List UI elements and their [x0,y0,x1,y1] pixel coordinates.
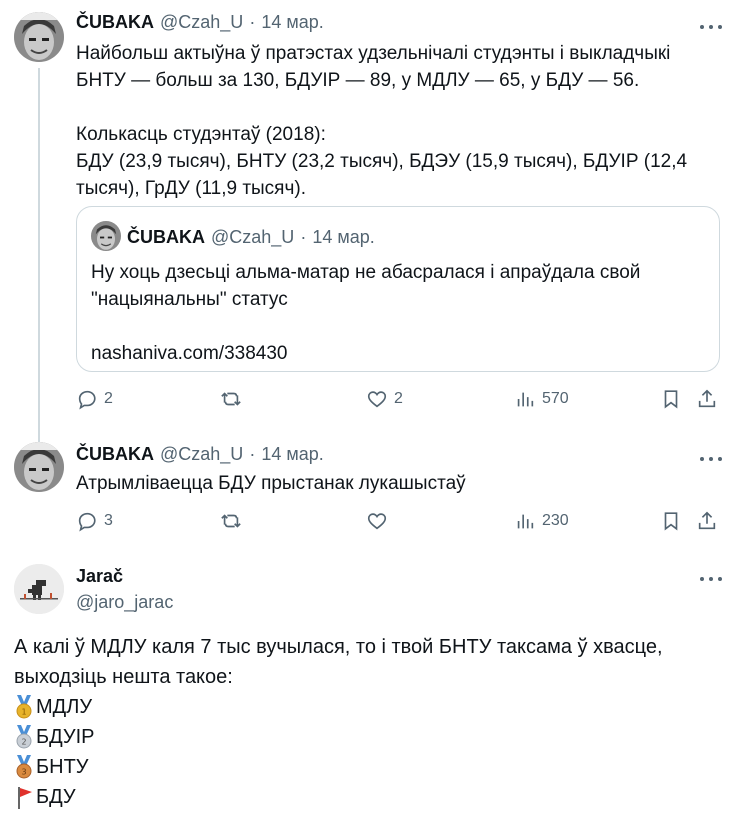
retweet-button[interactable] [220,510,242,532]
gold-medal-icon: 1 [14,694,34,720]
ranking-row: 3 БНТУ [14,752,724,782]
separator: · [300,227,307,247]
user-handle[interactable]: @jaro_jarac [76,592,173,613]
like-button[interactable] [366,510,388,532]
thread-line [38,430,40,440]
bronze-medal-icon: 3 [14,754,34,780]
heart-icon [367,513,387,530]
separator: · [249,12,256,32]
text-line: "нацыянальны" статус [91,289,288,310]
quote-avatar [91,221,121,251]
share-button[interactable] [696,510,718,532]
display-name[interactable]: ČUBAKA [76,444,154,465]
tweet-header: ČUBAKA @Czah_U · 14 мар. [76,444,324,465]
reply-count: 3 [104,512,113,529]
heart-icon [367,391,387,408]
retweet-button[interactable] [220,388,242,410]
text-line: тысяч), ГрДУ (11,9 тысяч). [76,178,306,199]
text-line: БНТУ — больш за 130, БДУІР — 89, у МДЛУ … [76,70,640,91]
ranking-row: 2 БДУІР [14,722,724,752]
bookmark-button[interactable] [660,388,682,410]
silver-medal-icon: 2 [14,724,34,750]
display-name[interactable]: ČUBAKA [76,12,154,33]
more-options-icon[interactable] [700,574,722,584]
user-avatar[interactable] [14,12,64,62]
more-options-icon[interactable] [700,22,722,32]
dino-avatar-icon [14,564,64,614]
share-icon [698,511,716,530]
text-line: Ну хоць дзесьці альма-матар не абасралас… [91,262,641,283]
red-flag-icon [14,784,34,810]
reply-icon [78,390,96,410]
quote-link[interactable]: nashaniva.com/338430 [91,340,711,367]
quote-user-handle: @Czah_U [211,227,295,247]
thread-line [38,68,40,442]
text-line: Атрымліваецца БДУ прыстанак лукашыстаў [76,473,466,494]
text-line: Колькасць студэнтаў (2018): [76,124,326,145]
like-count: 2 [394,390,403,407]
tweet-header: Jarač [76,566,123,587]
tweet-text: А калі ў МДЛУ каля 7 тыс вучылася, то і … [14,632,724,812]
tweet-text: Найбольш актыўна ў пратэстах удзельнічал… [76,40,716,202]
tweet-1[interactable]: ČUBAKA @Czah_U · 14 мар. Найбольш актыўн… [0,0,732,442]
retweet-icon [221,392,241,406]
share-button[interactable] [696,388,718,410]
display-name[interactable]: Jarač [76,566,123,587]
tweet-actions: 2 2 570 [76,388,720,418]
text-line: А калі ў МДЛУ каля 7 тыс вучылася, то і … [14,636,663,658]
svg-text:2: 2 [21,738,26,747]
tweet-date[interactable]: 14 мар. [261,444,323,465]
bookmark-icon [664,390,678,409]
ranking-label: БНТУ [36,756,89,778]
views-count: 230 [542,512,569,529]
reply-count: 2 [104,390,113,407]
bookmark-button[interactable] [660,510,682,532]
ranking-label: БДУ [36,786,76,808]
quote-date: 14 мар. [312,227,375,247]
views-icon [517,514,534,529]
more-options-icon[interactable] [700,454,722,464]
user-handle[interactable]: @Czah_U [160,12,243,33]
quote-display-name: ČUBAKA [127,227,205,247]
views-button[interactable]: 570 [514,388,569,410]
ranking-row: 1 МДЛУ [14,692,724,722]
quote-text: Ну хоць дзесьці альма-матар не абасралас… [91,259,711,367]
reply-icon [78,512,96,532]
views-icon [517,392,534,407]
tweet-2[interactable]: ČUBAKA @Czah_U · 14 мар. Атрымліваецца Б… [0,430,732,550]
user-handle[interactable]: @Czah_U [160,444,243,465]
bookmark-icon [664,512,678,531]
text-line: Найбольш актыўна ў пратэстах удзельнічал… [76,43,671,64]
user-avatar[interactable] [14,564,64,614]
reply-button[interactable]: 3 [76,510,113,532]
tweet-text: Атрымліваецца БДУ прыстанак лукашыстаў [76,470,716,497]
handle-row: @jaro_jarac [76,592,173,613]
retweet-icon [221,514,241,528]
share-icon [698,389,716,408]
like-button[interactable]: 2 [366,388,403,410]
text-line: БДУ (23,9 тысяч), БНТУ (23,2 тысяч), БДЭ… [76,151,688,172]
tweet-date[interactable]: 14 мар. [261,12,323,33]
quote-header: ČUBAKA @Czah_U · 14 мар. [127,227,375,248]
svg-text:1: 1 [21,708,26,717]
separator: · [249,444,256,464]
ranking-row: БДУ [14,782,724,812]
user-avatar[interactable] [14,442,64,492]
tweet-3[interactable]: Jarač @jaro_jarac А калі ў МДЛУ каля 7 т… [0,556,732,819]
text-line: выходзіць нешта такое: [14,666,233,688]
svg-text:3: 3 [21,768,26,777]
reply-button[interactable]: 2 [76,388,113,410]
views-count: 570 [542,390,569,407]
ranking-label: БДУІР [36,726,95,748]
tweet-actions: 3 230 [76,510,720,540]
views-button[interactable]: 230 [514,510,569,532]
tweet-header: ČUBAKA @Czah_U · 14 мар. [76,12,324,33]
ranking-label: МДЛУ [36,696,93,718]
quoted-tweet[interactable]: ČUBAKA @Czah_U · 14 мар. Ну хоць дзесьці… [76,206,720,372]
